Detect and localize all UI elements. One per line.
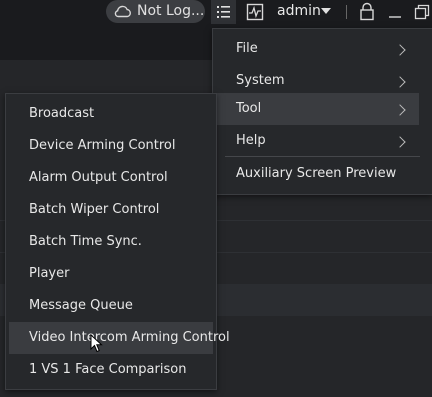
list-icon [217,6,230,18]
submenu-item-label: Broadcast [29,106,95,121]
cloud-status-label: Not Log... [137,3,205,19]
submenu-item-broadcast[interactable]: Broadcast [6,98,216,130]
submenu-item-video-intercom-arming-control[interactable]: Video Intercom Arming Control [9,322,230,354]
menu-item-label: Tool [236,101,262,116]
titlebar-separator [346,5,347,19]
submenu-item-label: Message Queue [29,298,133,313]
submenu-item-message-queue[interactable]: Message Queue [6,290,216,322]
menu-item-help[interactable]: Help [213,125,432,157]
chevron-right-icon [394,76,406,88]
menu-item-file[interactable]: File [213,33,432,65]
menu-item-label: File [236,41,258,56]
menu-item-label: Help [236,133,266,148]
menu-separator [225,156,420,157]
submenu-item-label: Player [29,266,70,281]
performance-monitor-icon[interactable] [246,3,264,21]
submenu-item-device-arming-control[interactable]: Device Arming Control [6,130,216,162]
main-menu-button[interactable] [211,0,236,24]
menu-item-label: Auxiliary Screen Preview [236,166,397,181]
cloud-login-button[interactable]: Not Log... [106,0,205,23]
submenu-item-alarm-output-control[interactable]: Alarm Output Control [6,162,216,194]
submenu-item-batch-wiper-control[interactable]: Batch Wiper Control [6,194,216,226]
chevron-right-icon [394,44,406,56]
submenu-item-batch-time-sync[interactable]: Batch Time Sync. [6,226,216,258]
submenu-item-label: Video Intercom Arming Control [29,330,230,345]
submenu-item-label: Batch Wiper Control [29,202,160,217]
submenu-item-1-vs-1-face-comparison[interactable]: 1 VS 1 Face Comparison [6,354,216,386]
menu-item-label: System [236,73,285,88]
chevron-right-icon [394,136,406,148]
lock-icon[interactable] [359,2,375,21]
submenu-item-player[interactable]: Player [6,258,216,290]
cloud-icon [114,5,131,18]
menu-item-tool[interactable]: Tool [213,93,419,125]
main-menu: File System Tool Help Auxiliary Screen P… [212,28,432,195]
menu-item-auxiliary-screen-preview[interactable]: Auxiliary Screen Preview [213,158,432,190]
tool-submenu: Broadcast Device Arming Control Alarm Ou… [5,93,230,390]
restore-icon[interactable] [414,4,430,20]
caret-down-icon[interactable] [321,8,331,15]
user-name[interactable]: admin [277,3,321,19]
minimize-icon[interactable] [388,5,402,19]
chevron-right-icon [394,104,406,116]
submenu-item-label: Alarm Output Control [29,170,168,185]
mouse-cursor-icon [90,334,103,353]
submenu-item-label: Device Arming Control [29,138,176,153]
submenu-item-label: 1 VS 1 Face Comparison [29,362,187,377]
submenu-item-label: Batch Time Sync. [29,234,142,249]
